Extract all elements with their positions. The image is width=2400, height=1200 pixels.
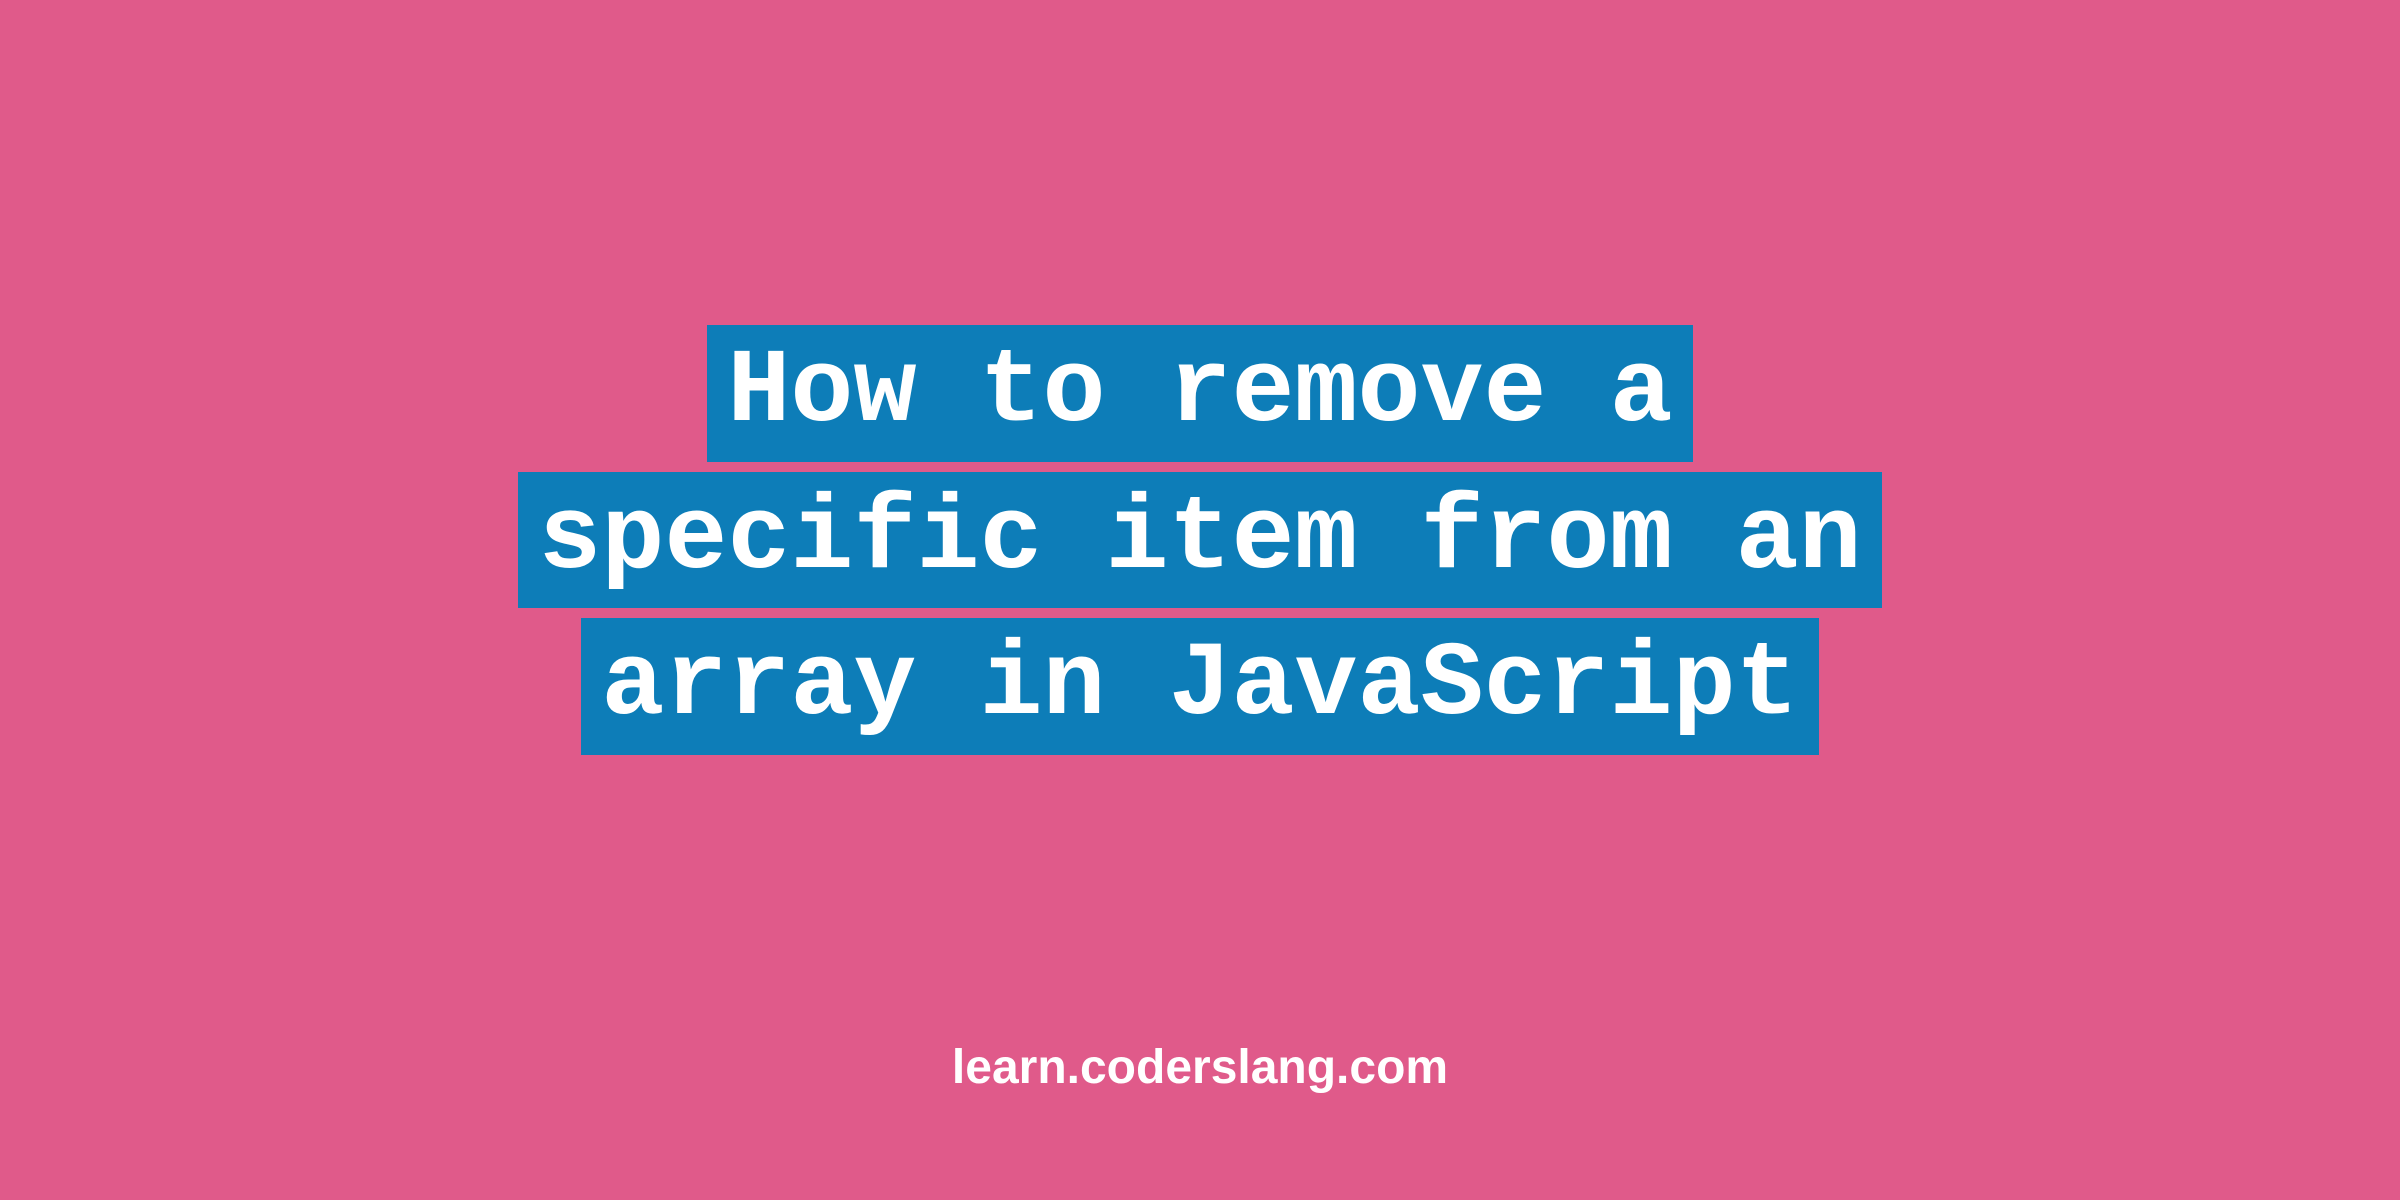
title-container: How to remove a specific item from an ar… (518, 320, 1881, 760)
title-line-3: array in JavaScript (581, 618, 1818, 755)
footer-url: learn.coderslang.com (952, 1040, 1448, 1095)
title-line-1: How to remove a (707, 325, 1692, 462)
title-line-2: specific item from an (518, 472, 1881, 609)
